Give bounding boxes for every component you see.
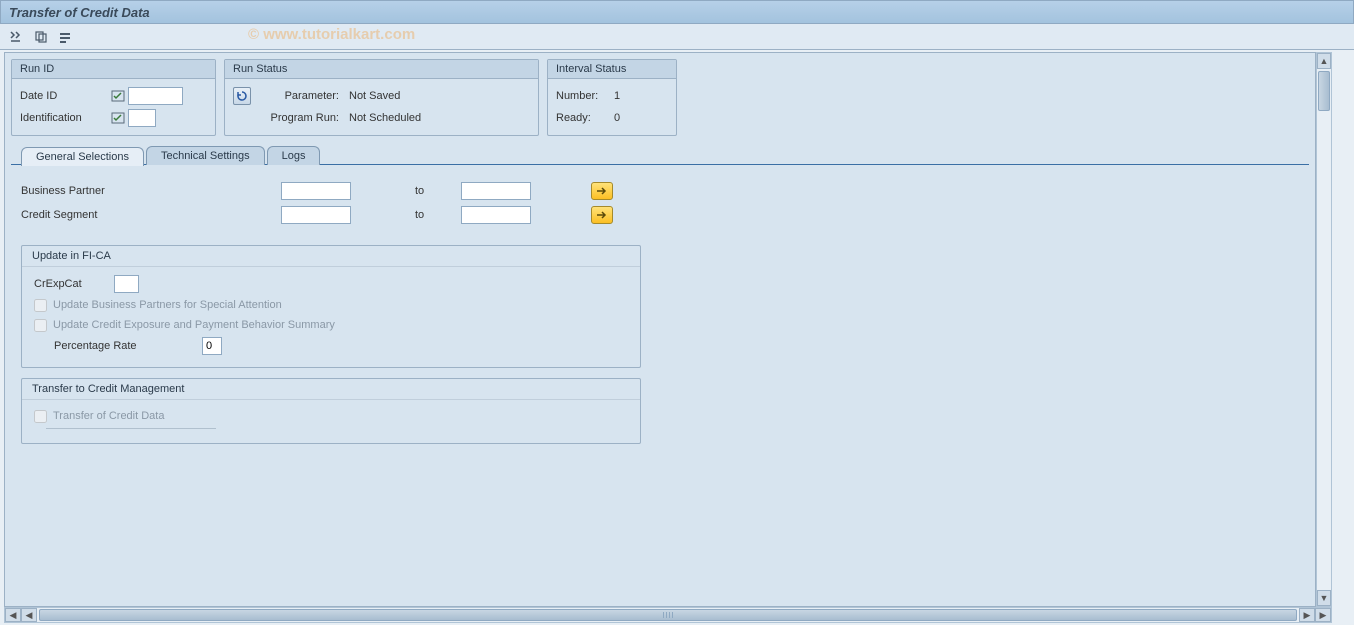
scroll-left-icon[interactable]: ◀ [21,608,37,622]
scroll-thumb[interactable] [39,609,1297,621]
to-label: to [411,209,461,221]
date-id-input[interactable] [128,87,183,105]
content-area: Run ID Date ID Identification [4,52,1316,607]
business-partner-from-input[interactable] [281,182,351,200]
scroll-right-icon[interactable]: ▶ [1299,608,1315,622]
chk-transfer-row: Transfer of Credit Data [34,406,628,426]
chk-transfer-label: Transfer of Credit Data [53,410,164,422]
business-partner-label: Business Partner [21,185,281,197]
scroll-right-icon[interactable]: ▶ [1315,608,1331,622]
crexpcat-input[interactable] [114,275,139,293]
page-title: Transfer of Credit Data [9,5,150,20]
scroll-left-icon[interactable]: ◀ [5,608,21,622]
tabstrip: General Selections Technical Settings Lo… [11,146,1309,454]
number-value: 1 [614,90,620,102]
ready-label: Ready: [556,112,614,124]
percentage-rate-input[interactable] [202,337,222,355]
group-run-id: Run ID Date ID Identification [11,59,216,136]
chk-update-exposure[interactable] [34,319,47,332]
chk-update-bp-row: Update Business Partners for Special Att… [34,295,628,315]
group-title: Run ID [12,60,215,79]
parameter-value: Not Saved [349,90,400,102]
title-bar: Transfer of Credit Data [0,0,1354,24]
chk-transfer-credit-data[interactable] [34,410,47,423]
business-partner-to-input[interactable] [461,182,531,200]
multiple-selection-button[interactable] [591,182,613,200]
credit-segment-from-input[interactable] [281,206,351,224]
divider [46,428,216,429]
group-title: Transfer to Credit Management [22,379,640,400]
number-label: Number: [556,90,614,102]
row-credit-segment: Credit Segment to [21,203,1299,227]
date-id-label: Date ID [20,90,110,102]
watermark: © www.tutorialkart.com [248,26,415,43]
program-run-label: Program Run: [253,112,349,124]
group-transfer-cm: Transfer to Credit Management Transfer o… [21,378,641,444]
parameter-label: Parameter: [253,90,349,102]
multiple-selection-button[interactable] [591,206,613,224]
program-run-value: Not Scheduled [349,112,421,124]
group-title: Interval Status [548,60,676,79]
required-icon [110,111,126,125]
tab-logs[interactable]: Logs [267,146,321,165]
tab-technical-settings[interactable]: Technical Settings [146,146,265,165]
credit-segment-to-input[interactable] [461,206,531,224]
scroll-thumb[interactable] [1318,71,1330,111]
header-groups: Run ID Date ID Identification [5,53,1315,142]
chk-update-exposure-label: Update Credit Exposure and Payment Behav… [53,319,335,331]
crexpcat-label: CrExpCat [34,278,104,290]
group-interval-status: Interval Status Number: 1 Ready: 0 [547,59,677,136]
group-title: Update in FI-CA [22,246,640,267]
application-toolbar: © www.tutorialkart.com [0,24,1354,50]
scroll-down-icon[interactable]: ▼ [1317,590,1331,606]
group-run-status: Run Status Parameter: Not Saved Program … [224,59,539,136]
to-label: to [411,185,461,197]
execute-icon[interactable] [8,28,26,46]
credit-segment-label: Credit Segment [21,209,281,221]
chk-update-bp-label: Update Business Partners for Special Att… [53,299,282,311]
variant-icon[interactable] [56,28,74,46]
chk-update-bp[interactable] [34,299,47,312]
refresh-button[interactable] [233,87,251,105]
group-title: Run Status [225,60,538,79]
tab-panel-general: Business Partner to Credit Segment to [11,164,1309,454]
identification-input[interactable] [128,109,156,127]
group-update-fica: Update in FI-CA CrExpCat Update Business… [21,245,641,368]
tab-general-selections[interactable]: General Selections [21,147,144,166]
chk-update-exposure-row: Update Credit Exposure and Payment Behav… [34,315,628,335]
required-icon [110,89,126,103]
percentage-rate-label: Percentage Rate [54,340,202,352]
ready-value: 0 [614,112,620,124]
scroll-up-icon[interactable]: ▲ [1317,53,1331,69]
identification-label: Identification [20,112,110,124]
copy-icon[interactable] [32,28,50,46]
row-business-partner: Business Partner to [21,179,1299,203]
horizontal-scrollbar[interactable]: ◀ ◀ ▶ ▶ [4,607,1332,623]
vertical-scrollbar[interactable]: ▲ ▼ [1316,52,1332,607]
